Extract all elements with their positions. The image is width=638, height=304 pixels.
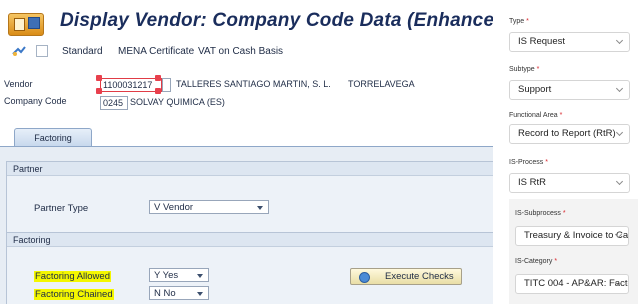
vendor-marker-icon [155,75,161,81]
subtype-label: Subtype * [509,66,540,73]
vendor-name: TALLERES SANTIAGO MARTIN, S. L. [176,79,331,89]
subtype-select[interactable]: Support [509,80,630,100]
factoring-group-title: Factoring [7,233,493,247]
partner-type-value: V Vendor [154,202,194,213]
vendor-label: Vendor [4,79,33,89]
vendor-field[interactable]: 1100031217 [100,78,162,92]
is-category-select[interactable]: TITC 004 - AP&AR: Facto [515,274,629,294]
functional-area-label: Functional Area * [509,112,563,119]
transaction-icon[interactable] [8,13,44,36]
is-process-value: IS RtR [518,177,546,188]
application-toolbar: Standard MENA Certificate VAT on Cash Ba… [0,40,493,62]
factoring-allowed-text: Factoring Allowed [34,271,111,282]
execute-checks-button[interactable]: Execute Checks [350,268,462,285]
execute-icon [359,272,370,283]
company-code-label: Company Code [4,96,67,106]
dropdown-arrow-icon [197,292,203,296]
factoring-allowed-select[interactable]: Y Yes [149,268,209,282]
factoring-chained-value: N No [154,288,176,299]
factoring-chained-label: Factoring Chained [34,289,114,300]
execute-checks-label: Execute Checks [385,271,454,282]
ticket-form: Type * IS Request Subtype * Support Func… [493,0,638,304]
company-row: Company Code [0,93,493,109]
vendor-help-icon[interactable] [162,78,171,92]
standard-checkbox[interactable] [36,45,48,57]
standard-button[interactable]: Standard [62,46,103,57]
tab-factoring[interactable]: Factoring [14,128,92,147]
dropdown-arrow-icon [197,274,203,278]
partner-type-select[interactable]: V Vendor [149,200,269,214]
is-process-select[interactable]: IS RtR [509,173,630,193]
is-subprocess-value: Treasury & Invoice to Ca [524,230,629,241]
functional-area-select[interactable]: Record to Report (RtR) [509,124,630,144]
is-subprocess-label: IS-Subprocess * [515,210,566,217]
subtype-value: Support [518,84,552,95]
factoring-allowed-label: Factoring Allowed [34,271,111,282]
factoring-allowed-value: Y Yes [154,270,179,281]
type-select[interactable]: IS Request [509,32,630,52]
chevron-down-icon [615,84,624,93]
company-code-field[interactable]: 0245 [100,96,128,110]
other-object-icon[interactable] [12,46,26,57]
is-category-value: TITC 004 - AP&AR: Facto [524,278,629,289]
factoring-chained-text: Factoring Chained [34,289,114,300]
type-value: IS Request [518,36,565,47]
company-name: SOLVAY QUIMICA (ES) [130,97,225,107]
mena-certificate-button[interactable]: MENA Certificate [118,46,194,57]
sub-fields-panel: IS-Subprocess * Treasury & Invoice to Ca… [509,199,638,304]
functional-area-value: Record to Report (RtR) [518,128,616,139]
partner-type-label: Partner Type [34,203,89,214]
is-category-label: IS-Category * [515,258,558,265]
page-title: Display Vendor: Company Code Data (Enhan… [60,10,493,31]
chevron-down-icon [615,128,624,137]
is-process-label: IS-Process * [509,159,548,166]
dropdown-arrow-icon [257,206,263,210]
partner-group-title: Partner [7,162,493,176]
sap-window: Display Vendor: Company Code Data (Enhan… [0,0,493,304]
vat-cash-basis-button[interactable]: VAT on Cash Basis [198,46,283,57]
factoring-chained-select[interactable]: N No [149,286,209,300]
type-label: Type * [509,18,529,25]
chevron-down-icon [615,36,624,45]
chevron-down-icon [615,177,624,186]
title-bar: Display Vendor: Company Code Data (Enhan… [0,4,493,36]
vendor-marker-icon [96,75,102,81]
vendor-city: TORRELAVEGA [348,79,415,89]
is-subprocess-select[interactable]: Treasury & Invoice to Ca [515,226,629,246]
